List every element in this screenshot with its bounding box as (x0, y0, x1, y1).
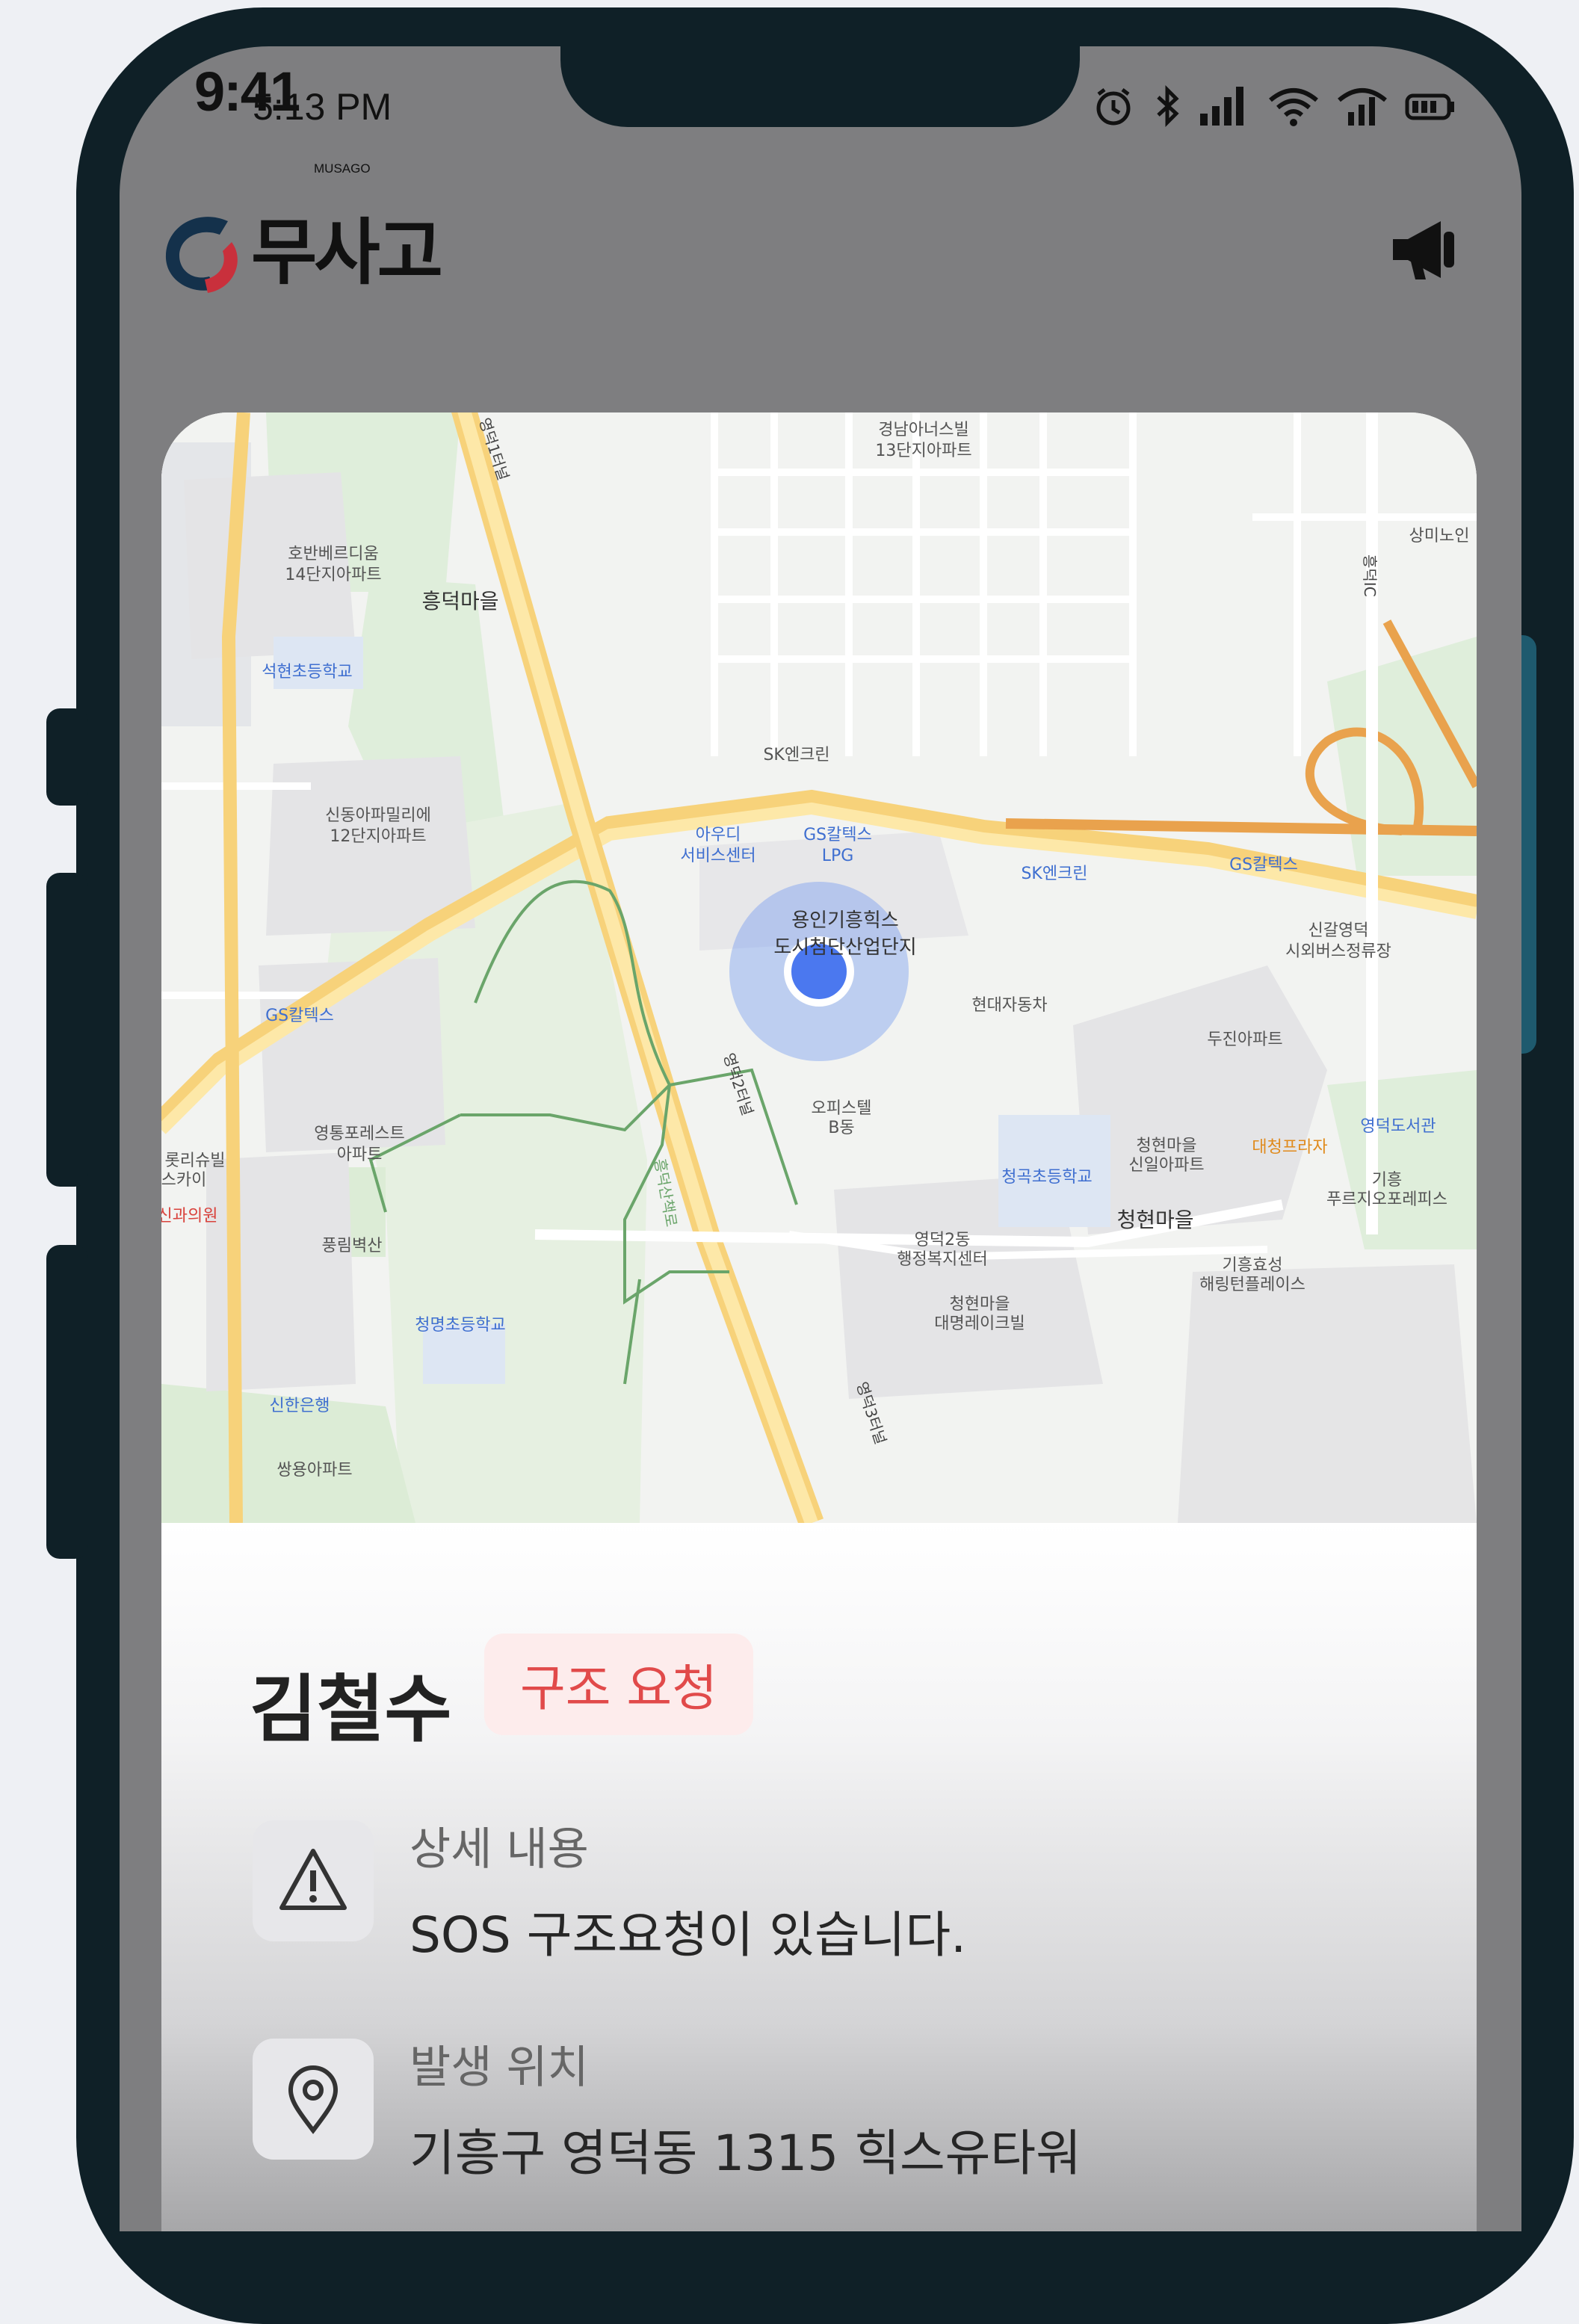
person-name: 김철수 (250, 1667, 452, 1752)
map-label: 용인기흥힉스 (791, 909, 899, 932)
location-pin-icon-box (253, 2039, 374, 2160)
map-label: 대청프라자 (1252, 1138, 1327, 1157)
status-badge: 구조 요청 (484, 1634, 753, 1735)
map-label: 아우디 (696, 826, 741, 844)
map-label: 푸르지오포레피스 (1326, 1190, 1447, 1209)
map-label: 청현마을 (950, 1295, 1010, 1314)
map-label: 신동아파밀리에 (325, 806, 431, 825)
map-label: 두진아파트 (1207, 1030, 1282, 1049)
battery-icon (1405, 93, 1454, 120)
map-label: 아파트 (337, 1146, 383, 1164)
wifi-icon (1269, 88, 1318, 126)
incident-panel: 김철수 구조 요청 상세 내용 SOS 구조요청이 있습니다. 발생 위치 기흥… (161, 1523, 1477, 2231)
road-label: 흥덕IC (1361, 554, 1379, 597)
map-label: 호반베르디움 (288, 545, 378, 563)
logo-subtext: MUSAGO (314, 161, 371, 176)
alarm-icon (1096, 88, 1131, 126)
cell-signal-icon (1338, 88, 1387, 126)
location-label: 발생 위치 (410, 2042, 589, 2094)
map-label: 경남아너스빌 (878, 421, 968, 439)
app-screen: 9:41 5:13 PM 무사고 MUSAGO 경남아너스빌 13단지아파트 상… (120, 46, 1521, 2231)
map-label: SK엔크린 (1021, 865, 1087, 883)
map-label: 신한은행 (270, 1397, 330, 1415)
map-label: 영덕도서관 (1360, 1117, 1436, 1136)
bluetooth-icon (1157, 84, 1179, 128)
notch (560, 46, 1080, 127)
map-label: 쌍용아파트 (276, 1461, 352, 1480)
logo-wordmark: 무사고 (251, 211, 443, 294)
map-label: 상미노인 (1409, 527, 1470, 546)
map-label: 12단지아파트 (330, 827, 426, 846)
map-label: 대명레이크빌 (934, 1314, 1025, 1333)
map-label: 13단지아파트 (875, 442, 971, 460)
map-label: 도시첨단산업단지 (773, 936, 916, 959)
app-logo[interactable]: 무사고 (157, 208, 443, 297)
map-label: 스카이 (161, 1171, 206, 1190)
map-label: 시외버스정류장 (1285, 942, 1391, 961)
map-label: SK엔크린 (763, 746, 829, 764)
announcement-button[interactable] (1388, 212, 1463, 290)
map-label: 현대자동차 (971, 996, 1047, 1015)
detail-label: 상세 내용 (410, 1823, 589, 1876)
map-label: 신일아파트 (1128, 1156, 1204, 1175)
map-label: 오피스텔 (812, 1099, 872, 1118)
megaphone-icon (1393, 221, 1454, 279)
detail-value: SOS 구조요청이 있습니다. (410, 1906, 967, 1964)
location-value: 기흥구 영덕동 1315 힉스유타워 (410, 2124, 1081, 2182)
map-label: 청곡초등학교 (1001, 1168, 1092, 1187)
map-label: 신갈영덕 (1308, 921, 1369, 940)
map-label: 흥덕마을 (421, 589, 498, 614)
map-label: 기흥 (1372, 1171, 1402, 1190)
warning-icon (279, 1849, 347, 1910)
map-label: LPG (822, 847, 854, 865)
map-label: B동 (828, 1119, 854, 1137)
status-time: 5:13 PM (253, 86, 392, 128)
location-pin-icon (288, 2065, 339, 2134)
volume-up-button (46, 873, 88, 1187)
map-label: GS칼텍스 (803, 826, 872, 844)
map-label: 기흥효성 (1223, 1256, 1283, 1275)
map-label: GS칼텍스 (1229, 856, 1298, 874)
map-label: 청현마을 (1116, 1208, 1193, 1232)
map-label: 청명초등학교 (415, 1316, 505, 1335)
logo-mark-icon (165, 217, 238, 293)
incident-card: 경남아너스빌 13단지아파트 상미노인 호반베르디움 14단지아파트 흥덕마을 … (161, 412, 1477, 2231)
incident-map[interactable]: 경남아너스빌 13단지아파트 상미노인 호반베르디움 14단지아파트 흥덕마을 … (161, 412, 1477, 1527)
map-label: 14단지아파트 (285, 566, 381, 584)
map-label: GS칼텍스 (265, 1007, 334, 1025)
map-label: 롯리슈빌 (165, 1152, 226, 1170)
map-label: 신과의원 (161, 1207, 217, 1226)
map-label: 석현초등학교 (262, 663, 352, 682)
map-label: 영통포레스트 (314, 1125, 404, 1143)
map-label: 풍림벽산 (322, 1237, 383, 1255)
silent-switch (46, 708, 88, 806)
map-label: 청현마을 (1137, 1137, 1197, 1155)
map-label: 행정복지센터 (897, 1250, 987, 1269)
cell-signal-icon (1200, 87, 1243, 126)
map-label: 서비스센터 (680, 847, 755, 865)
status-icons (1091, 76, 1457, 136)
map-label: 해링턴플레이스 (1199, 1276, 1305, 1294)
map-canvas: 경남아너스빌 13단지아파트 상미노인 호반베르디움 14단지아파트 흥덕마을 … (161, 412, 1477, 1527)
map-label: 영덕2동 (915, 1231, 971, 1249)
warning-icon-box (253, 1820, 374, 1941)
volume-down-button (46, 1245, 88, 1559)
